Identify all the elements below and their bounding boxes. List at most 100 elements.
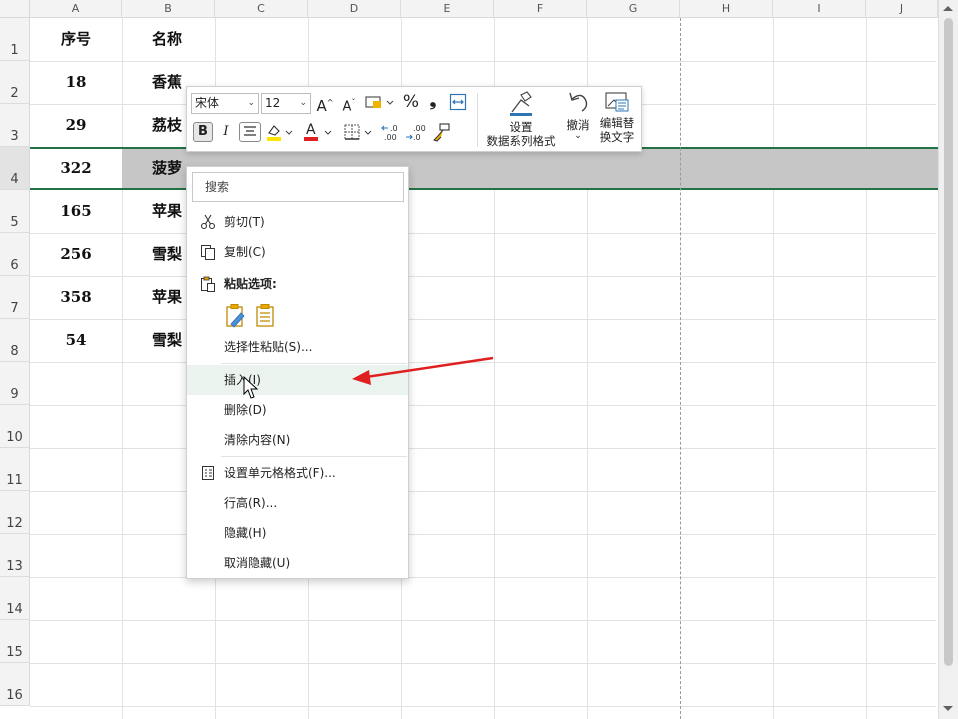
format-data-series-button[interactable]: 设置 数据系列格式	[483, 91, 559, 148]
grid-line	[30, 405, 936, 406]
grow-font-button[interactable]: A^	[315, 93, 335, 116]
menu-search-input[interactable]: 搜索	[192, 172, 404, 202]
cell-b2[interactable]: 香蕉	[152, 61, 182, 104]
cell-b6[interactable]: 雪梨	[152, 233, 182, 276]
format-painter-button[interactable]	[430, 122, 452, 149]
menu-label: 选择性粘贴(S)...	[224, 340, 313, 354]
row-header-16[interactable]: 16	[0, 663, 30, 706]
cell-a2[interactable]: 18	[30, 61, 122, 104]
scroll-thumb[interactable]	[944, 18, 953, 666]
row-header-9[interactable]: 9	[0, 362, 30, 405]
undo-icon	[569, 92, 588, 112]
font-name-select[interactable]: 宋体 ⌄	[191, 93, 259, 114]
menu-item-row-height[interactable]: 行高(R)...	[187, 488, 408, 518]
font-name-value: 宋体	[195, 96, 220, 110]
cell-b7[interactable]: 苹果	[152, 276, 182, 319]
row-header-6[interactable]: 6	[0, 233, 30, 276]
cell-a7[interactable]: 358	[30, 276, 122, 319]
cell-a8[interactable]: 54	[30, 319, 122, 362]
paste-formatting-icon[interactable]	[225, 303, 249, 329]
col-header-d[interactable]: D	[308, 0, 401, 18]
number-format-button[interactable]	[363, 93, 397, 118]
cell-a4[interactable]: 322	[30, 147, 122, 190]
cell-a1[interactable]: 序号	[30, 18, 122, 61]
cell-b5[interactable]: 苹果	[152, 190, 182, 233]
cell-b1[interactable]: 名称	[152, 18, 182, 61]
paste-values-icon[interactable]	[255, 303, 277, 329]
alt-text-label-1: 编辑替	[599, 116, 635, 130]
row-number: 10	[6, 430, 23, 445]
cell-b4[interactable]: 菠萝	[152, 147, 182, 190]
borders-button[interactable]	[343, 122, 375, 149]
menu-label: 行高(R)...	[224, 496, 278, 510]
chevron-down-icon: ⌄	[574, 131, 582, 141]
row-header-15[interactable]: 15	[0, 620, 30, 663]
row-header-11[interactable]: 11	[0, 448, 30, 491]
col-header-f[interactable]: F	[494, 0, 587, 18]
row-header-13[interactable]: 13	[0, 534, 30, 577]
scroll-up-icon[interactable]	[943, 6, 953, 11]
comma-style-button[interactable]: ❟	[425, 91, 441, 111]
edit-alt-text-button[interactable]: 编辑替 换文字	[597, 91, 637, 144]
undo-button[interactable]: 撤消 ⌄	[563, 89, 593, 141]
cell-b8[interactable]: 雪梨	[152, 319, 182, 362]
col-header-g[interactable]: G	[587, 0, 680, 18]
col-header-c[interactable]: C	[215, 0, 308, 18]
grid-line	[30, 534, 936, 535]
menu-label: 清除内容(N)	[224, 433, 291, 447]
col-header-j[interactable]: J	[866, 0, 938, 18]
cell-b3[interactable]: 荔枝	[152, 104, 182, 147]
row-header-2[interactable]: 2	[0, 61, 30, 104]
cell-a5[interactable]: 165	[30, 190, 122, 233]
select-all-corner[interactable]	[0, 0, 30, 18]
menu-label: 设置单元格格式(F)...	[224, 466, 336, 480]
fill-color-button[interactable]	[265, 122, 295, 149]
menu-item-delete[interactable]: 删除(D)	[187, 395, 408, 425]
row-header-12[interactable]: 12	[0, 491, 30, 534]
row-header-3[interactable]: 3	[0, 104, 30, 147]
row-header-14[interactable]: 14	[0, 577, 30, 620]
menu-item-cut[interactable]: 剪切(T)	[187, 207, 408, 237]
bold-button[interactable]: B	[193, 122, 213, 142]
menu-item-paste-special[interactable]: 选择性粘贴(S)...	[187, 332, 408, 362]
toolbar-separator	[477, 93, 478, 147]
menu-item-copy[interactable]: 复制(C)	[187, 237, 408, 267]
row-header-7[interactable]: 7	[0, 276, 30, 319]
merge-center-button[interactable]	[447, 93, 469, 118]
shrink-font-button[interactable]: Aˇ	[339, 93, 359, 117]
row-header-8[interactable]: 8	[0, 319, 30, 362]
menu-label: 剪切(T)	[224, 215, 265, 229]
font-size-select[interactable]: 12 ⌄	[261, 93, 311, 114]
copy-icon	[201, 245, 215, 260]
cell-a6[interactable]: 256	[30, 233, 122, 276]
grid-line	[30, 448, 936, 449]
percent-button[interactable]: %	[400, 92, 422, 112]
menu-item-format-cells[interactable]: 设置单元格格式(F)...	[187, 458, 408, 488]
row-header-5[interactable]: 5	[0, 190, 30, 233]
row-header-1[interactable]: 1	[0, 18, 30, 61]
increase-decimal-icon: .0 .00	[381, 124, 398, 142]
scroll-down-icon[interactable]	[943, 706, 953, 711]
col-header-b[interactable]: B	[122, 0, 215, 18]
decrease-decimal-button[interactable]: .00 .0	[405, 122, 427, 149]
row-number: 2	[10, 86, 19, 101]
cell-a3[interactable]: 29	[30, 104, 122, 147]
italic-button[interactable]: I	[217, 122, 235, 142]
merge-cells-icon	[449, 93, 467, 111]
col-header-a[interactable]: A	[30, 0, 122, 18]
font-color-button[interactable]: A	[303, 122, 335, 149]
clipboard-icon	[201, 276, 215, 292]
col-header-i[interactable]: I	[773, 0, 866, 18]
increase-decimal-button[interactable]: .0 .00	[381, 122, 403, 149]
menu-item-insert[interactable]: 插入(I)	[187, 365, 408, 395]
row-header-10[interactable]: 10	[0, 405, 30, 448]
vertical-scrollbar[interactable]	[938, 0, 958, 719]
menu-item-unhide[interactable]: 取消隐藏(U)	[187, 548, 408, 578]
mouse-cursor-icon	[243, 376, 259, 399]
menu-item-hide[interactable]: 隐藏(H)	[187, 518, 408, 548]
align-center-button[interactable]	[239, 122, 261, 142]
col-header-h[interactable]: H	[680, 0, 773, 18]
col-header-e[interactable]: E	[401, 0, 494, 18]
menu-item-clear-contents[interactable]: 清除内容(N)	[187, 425, 408, 455]
row-header-4[interactable]: 4	[0, 147, 30, 190]
